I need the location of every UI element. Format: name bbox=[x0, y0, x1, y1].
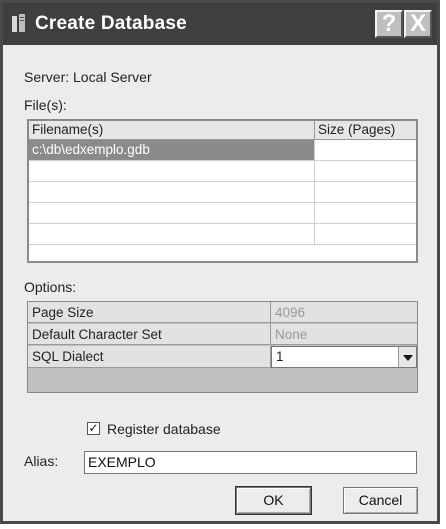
register-database-checkbox[interactable]: ✓ bbox=[87, 422, 100, 435]
filename-cell[interactable] bbox=[29, 161, 315, 181]
column-header-filename[interactable]: Filename(s) bbox=[29, 121, 315, 139]
dialog-title: Create Database bbox=[35, 13, 187, 34]
size-cell[interactable] bbox=[315, 203, 416, 223]
table-row[interactable] bbox=[29, 161, 416, 182]
register-database-label[interactable]: Register database bbox=[107, 421, 221, 437]
options-label: Options: bbox=[24, 279, 77, 295]
database-server-icon bbox=[12, 14, 25, 32]
table-row[interactable] bbox=[29, 182, 416, 203]
files-grid[interactable]: Filename(s) Size (Pages) c:\db\edxemplo.… bbox=[27, 119, 418, 263]
size-cell[interactable] bbox=[315, 182, 416, 202]
table-row[interactable] bbox=[29, 203, 416, 224]
sql-dialect-value: 1 bbox=[276, 349, 284, 364]
option-name: Default Character Set bbox=[28, 324, 271, 345]
size-cell[interactable] bbox=[315, 140, 416, 160]
sql-dialect-select[interactable]: 1 bbox=[271, 346, 417, 368]
size-cell[interactable] bbox=[315, 224, 416, 244]
table-row[interactable]: c:\db\edxemplo.gdb bbox=[29, 140, 416, 161]
files-label: File(s): bbox=[24, 97, 67, 113]
alias-input[interactable]: EXEMPLO bbox=[84, 451, 417, 474]
dropdown-arrow-icon[interactable] bbox=[398, 347, 416, 367]
files-grid-header: Filename(s) Size (Pages) bbox=[29, 121, 416, 140]
table-row[interactable] bbox=[29, 224, 416, 245]
option-value: None bbox=[271, 324, 417, 345]
filename-cell[interactable] bbox=[29, 224, 315, 244]
filename-cell[interactable] bbox=[29, 182, 315, 202]
create-database-dialog: Create Database ? X Server: Local Server… bbox=[0, 0, 440, 524]
close-button[interactable]: X bbox=[404, 10, 432, 38]
option-row-character-set: Default Character Set None bbox=[28, 324, 417, 346]
column-header-size[interactable]: Size (Pages) bbox=[315, 121, 416, 139]
option-value: 4096 bbox=[271, 302, 417, 323]
filename-cell[interactable]: c:\db\edxemplo.gdb bbox=[29, 140, 315, 160]
option-row-sql-dialect: SQL Dialect 1 bbox=[28, 346, 417, 368]
help-button[interactable]: ? bbox=[375, 10, 403, 38]
cancel-button[interactable]: Cancel bbox=[343, 487, 418, 514]
option-name: Page Size bbox=[28, 302, 271, 323]
server-label: Server: Local Server bbox=[24, 69, 152, 85]
option-row-page-size: Page Size 4096 bbox=[28, 302, 417, 324]
alias-label: Alias: bbox=[24, 453, 59, 469]
size-cell[interactable] bbox=[315, 161, 416, 181]
options-grid[interactable]: Page Size 4096 Default Character Set Non… bbox=[27, 301, 418, 393]
ok-button[interactable]: OK bbox=[235, 486, 312, 515]
option-name: SQL Dialect bbox=[28, 346, 271, 368]
filename-cell[interactable] bbox=[29, 203, 315, 223]
title-bar[interactable]: Create Database ? X bbox=[3, 3, 437, 45]
